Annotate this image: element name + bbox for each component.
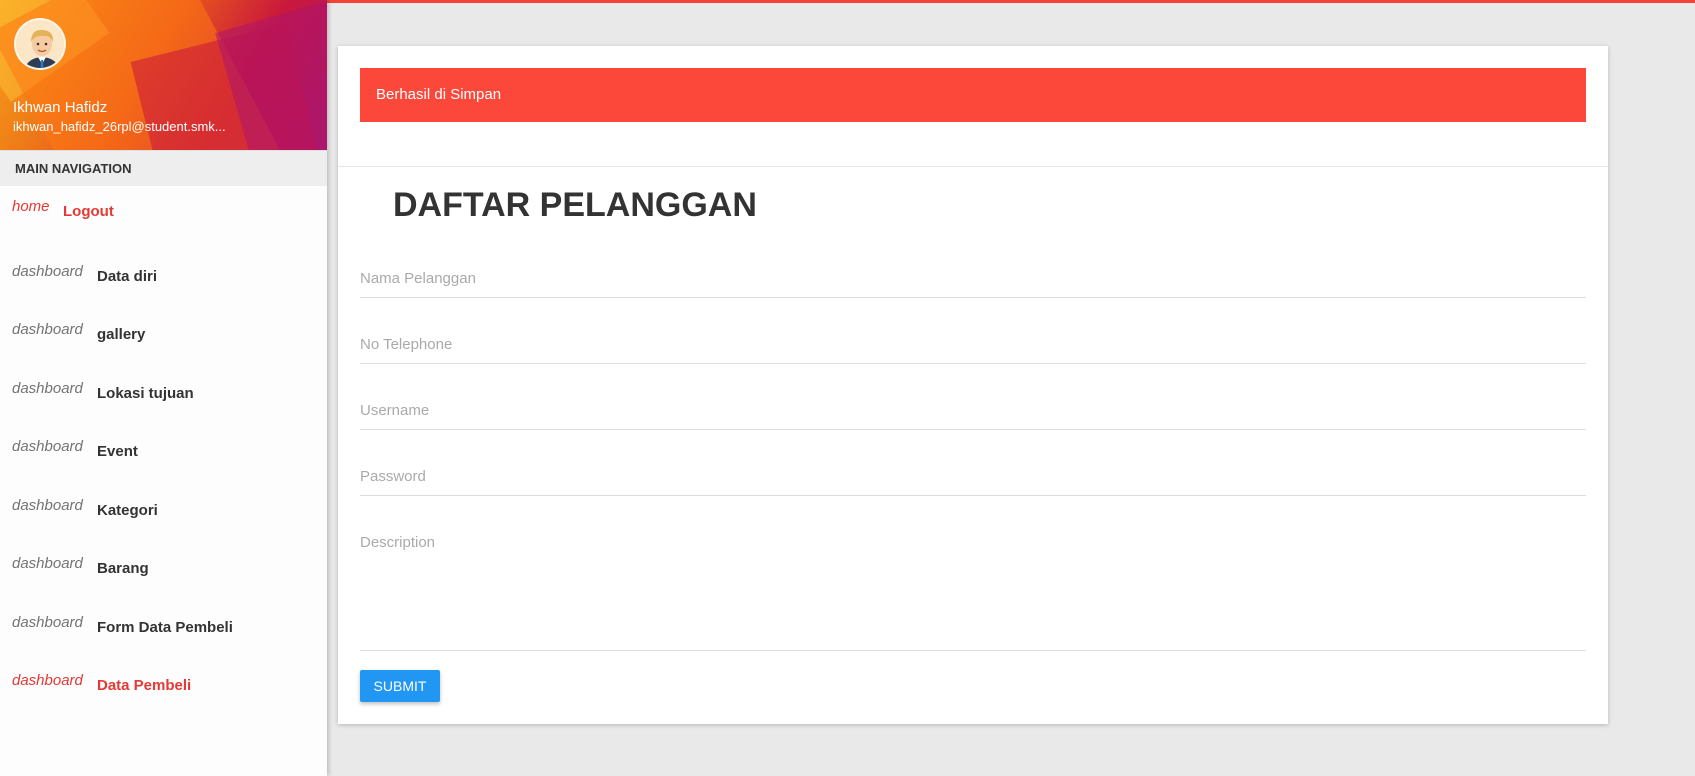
sidebar-item-kategori[interactable]: dashboard Kategori xyxy=(0,479,327,538)
avatar[interactable] xyxy=(14,18,66,70)
user-info-panel: Ikhwan Hafidz ikhwan_hafidz_26rpl@studen… xyxy=(0,0,327,150)
sidebar-item-gallery[interactable]: dashboard gallery xyxy=(0,303,327,362)
password-input[interactable] xyxy=(360,468,1586,485)
sidebar-item-lokasi-tujuan[interactable]: dashboard Lokasi tujuan xyxy=(0,362,327,421)
dashboard-icon: dashboard xyxy=(12,321,83,338)
card-divider xyxy=(338,166,1608,167)
success-alert: Berhasil di Simpan xyxy=(360,68,1586,122)
sidebar-item-label: Barang xyxy=(97,560,149,577)
description-field xyxy=(360,534,1586,651)
dashboard-icon: dashboard xyxy=(12,438,83,455)
password-field xyxy=(360,468,1586,496)
sidebar-item-label: Lokasi tujuan xyxy=(97,384,194,402)
sidebar-menu: home Logout dashboard Data diri dashboar… xyxy=(0,186,327,713)
dashboard-icon: dashboard xyxy=(12,613,83,631)
sidebar-item-logout[interactable]: home Logout xyxy=(0,186,327,245)
sidebar-item-label: Logout xyxy=(63,203,114,220)
sidebar-item-data-diri[interactable]: dashboard Data diri xyxy=(0,245,327,304)
dashboard-icon: dashboard xyxy=(12,262,83,280)
sidebar-item-form-data-pembeli[interactable]: dashboard Form Data Pembeli xyxy=(0,596,327,655)
no-telephone-field xyxy=(360,336,1586,364)
dashboard-icon: dashboard xyxy=(12,496,83,514)
username-input[interactable] xyxy=(360,402,1586,419)
home-icon: home xyxy=(12,198,50,215)
user-email: ikhwan_hafidz_26rpl@student.smk... xyxy=(13,119,226,134)
username-field xyxy=(360,402,1586,430)
no-telephone-input[interactable] xyxy=(360,336,1586,353)
sidebar-item-label: Data Pembeli xyxy=(97,677,192,694)
dashboard-icon: dashboard xyxy=(12,672,83,689)
main-card: Berhasil di Simpan DAFTAR PELANGGAN SUBM… xyxy=(338,46,1608,724)
nama-pelanggan-field xyxy=(360,270,1586,298)
sidebar-item-event[interactable]: dashboard Event xyxy=(0,420,327,479)
sidebar-item-label: Data diri xyxy=(97,267,158,285)
sidebar-item-barang[interactable]: dashboard Barang xyxy=(0,537,327,596)
sidebar-item-label: gallery xyxy=(97,326,146,343)
nama-pelanggan-input[interactable] xyxy=(360,270,1586,287)
sidebar-item-label: Form Data Pembeli xyxy=(97,618,233,636)
sidebar-item-label: Kategori xyxy=(97,501,158,519)
submit-button[interactable]: SUBMIT xyxy=(360,670,440,702)
user-name: Ikhwan Hafidz xyxy=(13,99,108,116)
sidebar: Ikhwan Hafidz ikhwan_hafidz_26rpl@studen… xyxy=(0,0,327,776)
description-textarea[interactable] xyxy=(360,534,1586,644)
sidebar-item-label: Event xyxy=(97,443,138,460)
dashboard-icon: dashboard xyxy=(12,379,83,397)
dashboard-icon: dashboard xyxy=(12,555,83,572)
page-title: DAFTAR PELANGGAN xyxy=(393,186,757,224)
nav-header: MAIN NAVIGATION xyxy=(0,150,327,186)
sidebar-item-data-pembeli[interactable]: dashboard Data Pembeli xyxy=(0,654,327,713)
